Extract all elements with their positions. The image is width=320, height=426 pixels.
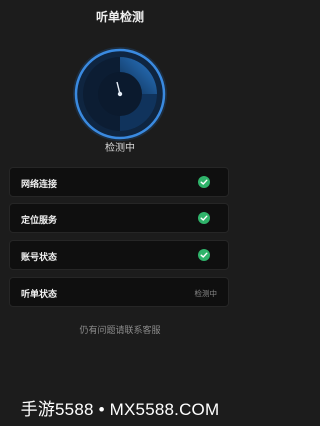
- check-item-order-listening: 听单状态 检测中: [9, 277, 229, 307]
- check-item-label: 账号状态: [21, 253, 58, 263]
- check-item-account: 账号状态: [9, 240, 229, 270]
- check-circle-icon: [198, 249, 210, 261]
- check-item-label: 定位服务: [21, 216, 58, 226]
- check-item-label: 网络连接: [21, 180, 58, 190]
- check-item-label: 听单状态: [21, 290, 58, 300]
- watermark: 手游5588 • MX5588.COM: [20, 400, 220, 419]
- contact-support-link[interactable]: 仍有问题请联系客服: [0, 323, 240, 336]
- check-item-status: 检测中: [194, 289, 218, 298]
- detection-status: 检测中: [105, 143, 135, 154]
- check-item-location: 定位服务: [9, 203, 229, 233]
- page-title: 听单检测: [95, 10, 144, 24]
- check-circle-icon: [198, 176, 210, 188]
- check-circle-icon: [198, 212, 210, 224]
- check-item-network: 网络连接: [9, 167, 229, 197]
- radar-scan-icon: [73, 47, 167, 141]
